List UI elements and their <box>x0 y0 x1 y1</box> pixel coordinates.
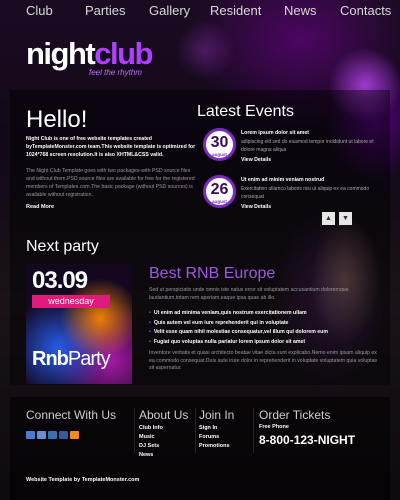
latest-events-heading: Latest Events <box>197 103 294 120</box>
social-icons <box>26 431 79 439</box>
footer-link[interactable]: News <box>139 451 163 460</box>
event-day: 26 <box>210 181 229 198</box>
facebook-icon[interactable] <box>59 431 68 439</box>
footer-link[interactable]: DJ Sets <box>139 442 163 451</box>
event-item: 30 august Lorem ipsum dolor sit amet adi… <box>203 128 378 168</box>
event-day: 30 <box>210 134 229 151</box>
footer-link[interactable]: Sign In <box>199 424 230 433</box>
events-pager: ▲ ▼ <box>322 212 352 225</box>
background-light <box>175 20 235 80</box>
divider <box>195 408 196 453</box>
intro-subtext: The Night Club Template goes with two pa… <box>26 168 195 198</box>
arrow-down-icon[interactable]: ▼ <box>339 212 352 225</box>
digg-icon[interactable] <box>37 431 46 439</box>
join-heading: Join In <box>199 408 235 422</box>
nav-parties[interactable]: Parties <box>85 3 125 18</box>
list-item: Ut enim ad minima veniam,quis nostrum ex… <box>149 309 381 319</box>
event-date-badge: 26 august <box>203 175 236 208</box>
myspace-icon[interactable] <box>48 431 57 439</box>
page: Club Parties Gallery Resident News Conta… <box>0 0 400 500</box>
party-name[interactable]: Best RNB Europe <box>149 265 275 283</box>
hello-heading: Hello! <box>26 106 88 133</box>
event-month: august <box>212 152 227 157</box>
divider <box>134 408 135 453</box>
party-poster-image[interactable]: 03.09 wednesday RnbParty <box>26 264 132 384</box>
footer-link[interactable]: Forums <box>199 433 230 442</box>
event-date-badge: 30 august <box>203 128 236 161</box>
connect-heading: Connect With Us <box>26 408 117 422</box>
about-links: Club Info Music DJ Sets News <box>139 424 163 460</box>
footer-link[interactable]: Club Info <box>139 424 163 433</box>
logo-tagline: feel the rhythm <box>89 68 142 77</box>
copyright-text[interactable]: Website Template by TemplateMonster.com <box>26 477 139 483</box>
site-logo[interactable]: nightclub feel the rhythm <box>26 36 153 77</box>
poster-party: Party <box>67 348 111 370</box>
poster-date: 03.09 <box>32 267 88 294</box>
nav-contacts[interactable]: Contacts <box>340 3 391 18</box>
next-party-heading: Next party <box>26 238 99 255</box>
rss-icon[interactable] <box>70 431 79 439</box>
phone-number[interactable]: 8-800-123-NIGHT <box>259 433 355 447</box>
footer-link[interactable]: Music <box>139 433 163 442</box>
footer-link[interactable]: Promotions <box>199 442 230 451</box>
event-view-details-link[interactable]: View Details <box>241 157 271 163</box>
logo-club: club <box>94 36 153 71</box>
nav-gallery[interactable]: Gallery <box>149 3 190 18</box>
divider <box>253 408 254 453</box>
join-links: Sign In Forums Promotions <box>199 424 230 451</box>
main-nav: Club Parties Gallery Resident News Conta… <box>0 0 400 24</box>
poster-weekday: wednesday <box>32 295 110 308</box>
logo-night: night <box>26 36 96 71</box>
event-description: Exercitation ullamco laboris nisi ut ali… <box>241 186 370 200</box>
intro-text: Night Club is one of free website templa… <box>26 136 196 158</box>
party-highlights: Ut enim ad minima veniam,quis nostrum ex… <box>149 309 381 347</box>
list-item: Fugiat quo voluptas nulla pariatur lorem… <box>149 338 381 348</box>
event-description: adipiscing elit sed do eiusmod tempor in… <box>241 139 374 153</box>
nav-news[interactable]: News <box>284 3 317 18</box>
event-title: Ut enim ad minim veniam nostrud <box>241 177 325 183</box>
arrow-up-icon[interactable]: ▲ <box>322 212 335 225</box>
event-title: Lorem ipsum dolor sit amet <box>241 130 310 136</box>
nav-club[interactable]: Club <box>26 3 53 18</box>
event-view-details-link[interactable]: View Details <box>241 204 271 210</box>
party-description-2: Inventore veritatis et quasi architecto … <box>149 350 378 371</box>
list-item: Quis autem vel eum iure reprehenderit qu… <box>149 319 381 329</box>
delicious-icon[interactable] <box>26 431 35 439</box>
read-more-link[interactable]: Read More <box>26 204 54 210</box>
event-item: 26 august Ut enim ad minim veniam nostru… <box>203 175 378 215</box>
phone-label: Free Phone <box>259 424 289 430</box>
list-item: Velit esse quam nihil molestiae consequa… <box>149 328 381 338</box>
about-heading: About Us <box>139 408 189 422</box>
nav-resident[interactable]: Resident <box>210 3 261 18</box>
poster-title: RnbParty <box>32 348 111 371</box>
event-month: august <box>212 199 227 204</box>
party-description: Sed ut perspiciatis unde omnis iste natu… <box>149 287 349 301</box>
poster-rnb: Rnb <box>32 348 69 370</box>
order-tickets-heading: Order Tickets <box>259 408 331 422</box>
